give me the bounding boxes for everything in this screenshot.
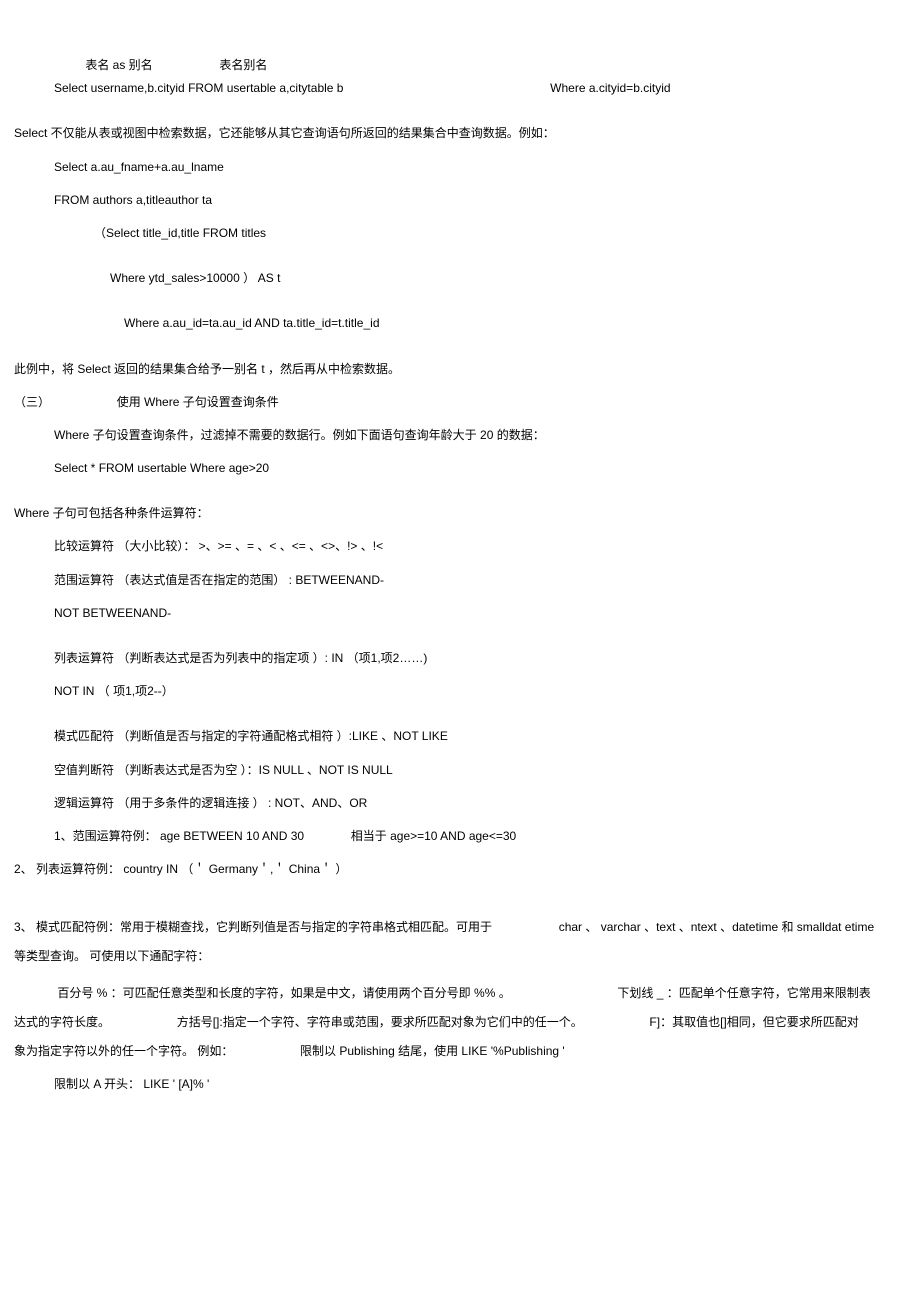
text: Where 子句可包括各种条件运算符： — [14, 506, 209, 520]
text: 相当于 age>=10 AND age<=30 — [351, 829, 516, 843]
text: 表名别名 — [219, 58, 267, 72]
text: Where 子句设置查询条件，过滤掉不需要的数据行。例如下面语句查询年龄大于 2… — [54, 428, 545, 442]
text-line: Where a.au_id=ta.au_id AND ta.title_id=t… — [14, 314, 906, 333]
text-line: 此例中，将 Select 返回的结果集合给予一别名 t ，然后再从中检索数据。 — [14, 360, 906, 379]
text: （三） — [14, 395, 50, 409]
text: Where a.au_id=ta.au_id AND ta.title_id=t… — [124, 316, 380, 330]
text-line: Select username,b.cityid FROM usertable … — [14, 79, 906, 98]
text-line: Where ytd_sales>10000 ） AS t — [14, 269, 906, 288]
text: Select username,b.cityid FROM usertable … — [54, 81, 343, 95]
text-line: 1、范围运算符例： age BETWEEN 10 AND 30 相当于 age>… — [14, 827, 906, 846]
text: （Select title_id,title FROM titles — [94, 226, 266, 240]
text: Where ytd_sales>10000 ） AS t — [110, 271, 280, 285]
text: 2、 列表运算符例： country IN （＇ Germany＇,＇ Chin… — [14, 862, 347, 876]
text-line: Where 子句可包括各种条件运算符： — [14, 504, 906, 523]
text: 限制以 A 开头： LIKE ' [A]% ' — [54, 1077, 209, 1091]
text: 等类型查询。 可使用以下通配字符： — [14, 949, 209, 963]
text: Select 不仅能从表或视图中检索数据，它还能够从其它查询语句所返回的结果集合… — [14, 126, 555, 140]
text: FROM authors a,titleauthor ta — [54, 193, 212, 207]
text: NOT IN （ 项1,项2--） — [54, 684, 174, 698]
text: 此例中，将 Select 返回的结果集合给予一别名 t ，然后再从中检索数据。 — [14, 362, 400, 376]
text-line: 逻辑运算符 （用于多条件的逻辑连接 ） : NOT、AND、OR — [14, 794, 906, 813]
text: 空值判断符 （判断表达式是否为空 ）：IS NULL 、NOT IS NULL — [54, 763, 393, 777]
text: Where a.cityid=b.cityid — [550, 81, 670, 95]
text-line: Select * FROM usertable Where age>20 — [14, 459, 906, 478]
text: 范围运算符 （表达式值是否在指定的范围） : BETWEENAND- — [54, 573, 384, 587]
text-line: 列表运算符 （判断表达式是否为列表中的指定项 ）: IN （项1,项2……) — [14, 649, 906, 668]
text-line: 2、 列表运算符例： country IN （＇ Germany＇,＇ Chin… — [14, 860, 906, 879]
text: 比较运算符 （大小比较）： >、>= 、= 、< 、<= 、<>、!> 、!< — [54, 539, 383, 553]
text-line: Where 子句设置查询条件，过滤掉不需要的数据行。例如下面语句查询年龄大于 2… — [14, 426, 906, 445]
text: 下划线 _ ：匹配单个任意字符，它常用来限制表 — [617, 986, 870, 1000]
text: char 、 varchar 、text 、ntext 、datetime 和 … — [559, 920, 874, 934]
text: 使用 Where 子句设置查询条件 — [117, 395, 279, 409]
text: 百分号 % ：可匹配任意类型和长度的字符，如果是中文，请使用两个百分号即 %% … — [57, 986, 510, 1000]
text-line: NOT IN （ 项1,项2--） — [14, 682, 906, 701]
text: 模式匹配符 （判断值是否与指定的字符通配格式相符 ）:LIKE 、NOT LIK… — [54, 729, 448, 743]
text-line: NOT BETWEENAND- — [14, 604, 906, 623]
text: Select * FROM usertable Where age>20 — [54, 461, 269, 475]
text: 逻辑运算符 （用于多条件的逻辑连接 ） : NOT、AND、OR — [54, 796, 367, 810]
text-line: 比较运算符 （大小比较）： >、>= 、= 、< 、<= 、<>、!> 、!< — [14, 537, 906, 556]
text-line: 范围运算符 （表达式值是否在指定的范围） : BETWEENAND- — [14, 571, 906, 590]
text: 限制以 Publishing 结尾，使用 LIKE '%Publishing ' — [300, 1044, 565, 1058]
text: 达式的字符长度。 — [14, 1015, 110, 1029]
text-line: Select 不仅能从表或视图中检索数据，它还能够从其它查询语句所返回的结果集合… — [14, 124, 906, 143]
text: 3、 模式匹配符例：常用于模糊查找，它判断列值是否与指定的字符串格式相匹配。可用… — [14, 920, 492, 934]
text-line: Select a.au_fname+a.au_lname — [14, 158, 906, 177]
text: 方括号[]:指定一个字符、字符串或范围，要求所匹配对象为它们中的任一个。 — [177, 1015, 583, 1029]
text-line: 模式匹配符 （判断值是否与指定的字符通配格式相符 ）:LIKE 、NOT LIK… — [14, 727, 906, 746]
text: NOT BETWEENAND- — [54, 606, 171, 620]
text-line: （Select title_id,title FROM titles — [14, 224, 906, 243]
paragraph: 3、 模式匹配符例：常用于模糊查找，它判断列值是否与指定的字符串格式相匹配。可用… — [14, 913, 906, 971]
text: 列表运算符 （判断表达式是否为列表中的指定项 ）: IN （项1,项2……) — [54, 651, 427, 665]
text-line: FROM authors a,titleauthor ta — [14, 191, 906, 210]
text-line: 限制以 A 开头： LIKE ' [A]% ' — [14, 1075, 906, 1094]
paragraph: 百分号 % ：可匹配任意类型和长度的字符，如果是中文，请使用两个百分号即 %% … — [14, 979, 906, 1065]
text-line: 表名 as 别名 表名别名 — [14, 56, 906, 75]
text: Select a.au_fname+a.au_lname — [54, 160, 224, 174]
text-line: （三） 使用 Where 子句设置查询条件 — [14, 393, 906, 412]
text: 1、范围运算符例： age BETWEEN 10 AND 30 — [54, 829, 304, 843]
text: F]：其取值也[]相同，但它要求所匹配对 — [649, 1015, 858, 1029]
text-line: 空值判断符 （判断表达式是否为空 ）：IS NULL 、NOT IS NULL — [14, 761, 906, 780]
text: 表名 as 别名 — [85, 58, 152, 72]
text: 象为指定字符以外的任一个字符。 例如： — [14, 1044, 233, 1058]
